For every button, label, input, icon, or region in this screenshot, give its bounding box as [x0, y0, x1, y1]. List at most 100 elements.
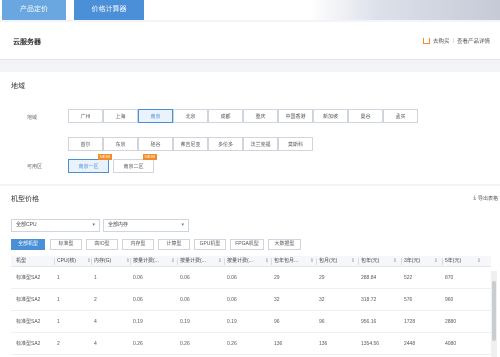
table-cell: 1	[57, 297, 60, 303]
table-cell: 0.06	[133, 297, 143, 303]
column-header[interactable]: 3年(元)	[404, 256, 438, 267]
table-cell: 576	[404, 297, 413, 303]
city-hongkong[interactable]: 中国香港	[278, 109, 313, 123]
table-cell: 1	[57, 275, 60, 281]
table-cell: 0.26	[227, 341, 237, 347]
table-cell: 标准型SA2	[16, 341, 41, 347]
tab-product-pricing[interactable]: 产品定价	[2, 0, 66, 20]
export-label: 导出表格	[477, 196, 498, 202]
category-all[interactable]: 全部机型	[11, 239, 45, 250]
scrollbar-thumb[interactable]	[492, 281, 496, 341]
new-badge: NEW	[97, 154, 112, 160]
category-gpu[interactable]: GPU机型	[194, 239, 226, 250]
city-frankfurt[interactable]: 法兰克福	[243, 137, 278, 151]
region-section-title: 地域	[11, 83, 25, 90]
city-chongqing[interactable]: 重庆	[243, 109, 278, 123]
zone-nanjing-1[interactable]: 南京一区 NEW	[68, 154, 112, 173]
export-table-button[interactable]: ⤓ 导出表格	[473, 195, 498, 202]
chevron-down-icon: ▾	[181, 222, 184, 228]
table-cell: 136	[319, 341, 328, 347]
pricing-panel: 机型价格 ⤓ 导出表格 全部CPU ▾ 全部内存 ▾ 全部机型 标准型 高IO型…	[0, 186, 500, 357]
zone-row-label: 可用区	[27, 164, 43, 170]
area-row-label: 地域	[27, 115, 38, 121]
city-singapore[interactable]: 新加坡	[313, 109, 348, 123]
table-cell: 1728	[404, 319, 416, 325]
column-header[interactable]: 按量计费(...	[133, 256, 175, 267]
column-header[interactable]: CPU(核)	[57, 256, 91, 267]
column-header[interactable]: 包年(元)	[361, 256, 397, 267]
table-cell: 4	[94, 341, 97, 347]
table-cell: 288.84	[361, 275, 377, 281]
table-header-row: 机型 CPU(核) 内存(G) 按量计费(... 按量计费(... 按量计费(.…	[11, 256, 491, 267]
table-row: 标准型SA2 1 2 0.06 0.06 0.06 32 32 318.72 5…	[11, 289, 491, 311]
city-nanjing[interactable]: 南京	[138, 109, 173, 123]
new-badge: NEW	[142, 154, 157, 160]
table-cell: 标准型SA2	[16, 319, 41, 325]
column-header[interactable]: 5年(元)	[445, 256, 481, 267]
table-row: 标准型SA2 1 4 0.19 0.19 0.19 96 96 956.16 1…	[11, 311, 491, 333]
category-high-io[interactable]: 高IO型	[86, 239, 118, 250]
city-bangkok[interactable]: 曼谷	[348, 109, 383, 123]
table-cell: 1	[57, 319, 60, 325]
column-header: 机型	[16, 258, 27, 264]
buy-link[interactable]: 去购买	[433, 37, 450, 45]
table-cell: 0.06	[227, 297, 237, 303]
table-cell: 29	[274, 275, 280, 281]
table-cell: 870	[445, 275, 454, 281]
table-cell: 2880	[445, 319, 457, 325]
header-decoration	[310, 0, 500, 20]
city-tokyo[interactable]: 东京	[103, 137, 138, 151]
city-virginia[interactable]: 弗吉尼亚	[173, 137, 208, 151]
table-scrollbar[interactable]	[491, 271, 497, 357]
table-cell: 960	[445, 297, 454, 303]
city-moscow[interactable]: 莫斯科	[278, 137, 313, 151]
table-cell: 318.72	[361, 297, 377, 303]
region-panel: 地域 地域 广州 上海 南京 北京 成都 重庆 中国香港 新加坡 曼谷 孟买 首…	[0, 72, 500, 184]
column-header[interactable]: 按量计费(...	[180, 256, 222, 267]
table-cell: 0.06	[133, 275, 143, 281]
city-mumbai[interactable]: 孟买	[383, 109, 418, 123]
zone-nanjing-2[interactable]: 南京二区 NEW	[113, 154, 157, 173]
table-cell: 0.19	[180, 319, 190, 325]
memory-select[interactable]: 全部内存 ▾	[103, 219, 189, 232]
column-header[interactable]: 按量计费(...	[227, 256, 269, 267]
download-icon: ⤓	[473, 195, 476, 201]
column-header[interactable]: 包月(元)	[319, 256, 355, 267]
table-cell: 522	[404, 275, 413, 281]
table-row: 标准型SA2 1 1 0.06 0.06 0.06 29 29 288.84 5…	[11, 267, 491, 289]
column-header[interactable]: 内存(G)	[94, 256, 130, 267]
pricing-section-title: 机型价格	[11, 196, 39, 203]
table-cell: 0.19	[133, 319, 143, 325]
column-header[interactable]: 包年包月...	[274, 256, 314, 267]
category-memory[interactable]: 内存型	[122, 239, 154, 250]
category-big-data[interactable]: 大数据型	[268, 239, 301, 250]
cpu-select[interactable]: 全部CPU ▾	[11, 219, 100, 232]
city-silicon-valley[interactable]: 硅谷	[138, 137, 173, 151]
table-cell: 2	[57, 341, 60, 347]
city-toronto[interactable]: 多伦多	[208, 137, 243, 151]
chevron-down-icon: ▾	[92, 222, 95, 228]
category-compute[interactable]: 计算型	[158, 239, 190, 250]
city-chengdu[interactable]: 成都	[208, 109, 243, 123]
table-cell: 4080	[445, 341, 457, 347]
category-standard[interactable]: 标准型	[50, 239, 82, 250]
table-cell: 956.16	[361, 319, 377, 325]
city-beijing[interactable]: 北京	[173, 109, 208, 123]
category-fpga[interactable]: FPGA机型	[230, 239, 264, 250]
separator: |	[452, 38, 454, 44]
zone-label: 南京一区	[78, 164, 99, 170]
table-cell: 32	[319, 297, 325, 303]
table-row: 标准型SA2 2 4 0.26 0.26 0.26 136 136 1354.5…	[11, 333, 491, 355]
tab-price-calculator[interactable]: 价格计算器	[74, 0, 144, 20]
product-detail-link[interactable]: 查看产品详情	[457, 37, 490, 45]
table-cell: 136	[274, 341, 283, 347]
city-seoul[interactable]: 首尔	[68, 137, 103, 151]
city-guangzhou[interactable]: 广州	[68, 109, 103, 123]
table-cell: 96	[274, 319, 280, 325]
page-title: 云服务器	[13, 39, 41, 46]
city-shanghai[interactable]: 上海	[103, 109, 138, 123]
table-cell: 1354.56	[361, 341, 380, 347]
header-links: 去购买 | 查看产品详情	[423, 37, 490, 45]
table-cell: 2448	[404, 341, 416, 347]
table-cell: 0.06	[227, 275, 237, 281]
